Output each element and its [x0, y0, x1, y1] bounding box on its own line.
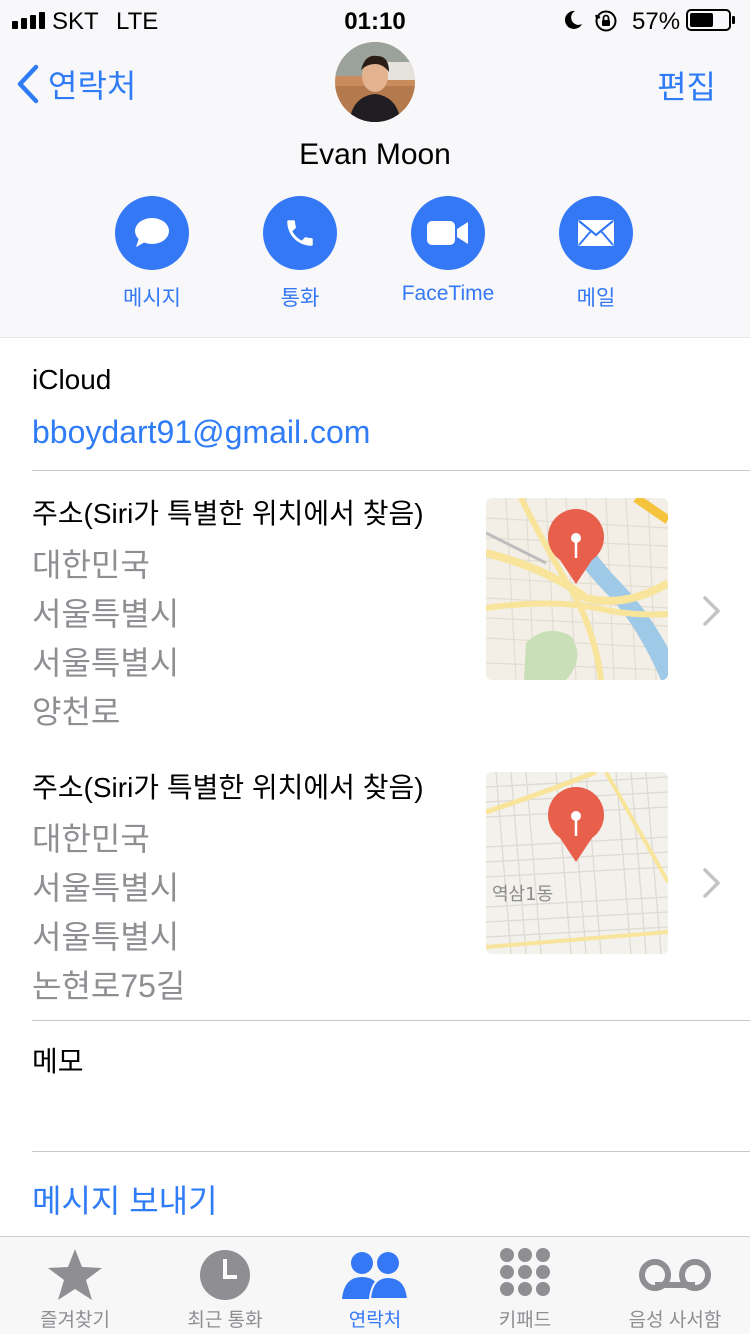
address-label: 주소(Siri가 특별한 위치에서 찾음)	[32, 772, 424, 803]
message-icon	[135, 218, 169, 247]
message-action-button[interactable]: 메시지	[82, 196, 222, 312]
address-label: 주소(Siri가 특별한 위치에서 찾음)	[32, 498, 424, 529]
call-action-button[interactable]: 통화	[230, 196, 370, 312]
battery-percent: 57%	[632, 8, 681, 35]
tab-voicemail[interactable]: 음성 사서함	[600, 1247, 750, 1332]
address-map-thumbnail[interactable]: 역삼1동	[486, 772, 668, 954]
facetime-action-label: FaceTime	[401, 282, 495, 305]
orientation-lock-icon	[595, 10, 617, 32]
tab-label: 즐겨찾기	[40, 1310, 110, 1331]
video-icon	[427, 221, 468, 245]
tab-label: 연락처	[348, 1310, 402, 1331]
battery-icon	[686, 9, 735, 31]
address-district: 서울특별시	[32, 919, 180, 955]
voicemail-icon	[639, 1259, 711, 1291]
chevron-left-icon	[17, 64, 39, 104]
email-section-label: iCloud	[32, 364, 112, 395]
mail-icon	[578, 220, 614, 246]
address-district: 서울특별시	[32, 645, 180, 681]
tab-favorites[interactable]: 즐겨찾기	[0, 1247, 150, 1332]
star-icon	[48, 1249, 102, 1300]
phone-icon	[287, 220, 313, 246]
address-street: 양천로	[32, 694, 121, 730]
tab-recents[interactable]: 최근 통화	[150, 1247, 300, 1332]
edit-button[interactable]: 편집	[657, 62, 716, 108]
address-map-thumbnail[interactable]	[486, 498, 668, 680]
tab-label: 음성 사서함	[628, 1310, 722, 1331]
moon-icon	[564, 10, 582, 29]
back-button[interactable]: 연락처	[16, 60, 136, 108]
divider	[32, 1020, 750, 1021]
keypad-icon	[500, 1248, 550, 1296]
tab-keypad[interactable]: 키패드	[450, 1247, 600, 1332]
send-message-button[interactable]: 메시지 보내기	[32, 1176, 218, 1222]
address-country: 대한민국	[32, 821, 150, 857]
tab-label: 키패드	[498, 1310, 552, 1331]
mail-action-button[interactable]: 메일	[526, 196, 666, 312]
address-city: 서울특별시	[32, 596, 180, 632]
call-action-label: 통화	[280, 287, 320, 310]
action-row: 메시지 통화 FaceTime 메일	[0, 196, 750, 310]
facetime-action-button[interactable]: FaceTime	[378, 196, 518, 306]
tab-bar: 즐겨찾기 최근 통화 연락처 키패드 음성 사서함	[0, 1236, 750, 1334]
contacts-icon	[342, 1252, 410, 1300]
chevron-right-icon	[703, 868, 720, 898]
clock-icon	[200, 1250, 250, 1300]
message-action-label: 메시지	[123, 287, 181, 310]
address-street: 논현로75길	[32, 968, 186, 1004]
divider	[32, 470, 750, 471]
chevron-right-icon	[703, 596, 720, 626]
memo-label[interactable]: 메모	[32, 1040, 84, 1080]
back-button-label: 연락처	[48, 68, 137, 104]
email-link[interactable]: bboydart91@gmail.com	[32, 414, 370, 451]
address-city: 서울특별시	[32, 870, 180, 906]
tab-label: 최근 통화	[187, 1310, 263, 1331]
status-bar: SKT LTE 01:10 57%	[0, 0, 750, 40]
contact-name: Evan Moon	[299, 138, 451, 171]
address-country: 대한민국	[32, 547, 150, 583]
divider	[32, 1151, 750, 1152]
tab-contacts[interactable]: 연락처	[300, 1247, 450, 1332]
map-area-label: 역삼1동	[492, 884, 553, 905]
mail-action-label: 메일	[576, 287, 616, 310]
avatar[interactable]	[335, 42, 415, 122]
